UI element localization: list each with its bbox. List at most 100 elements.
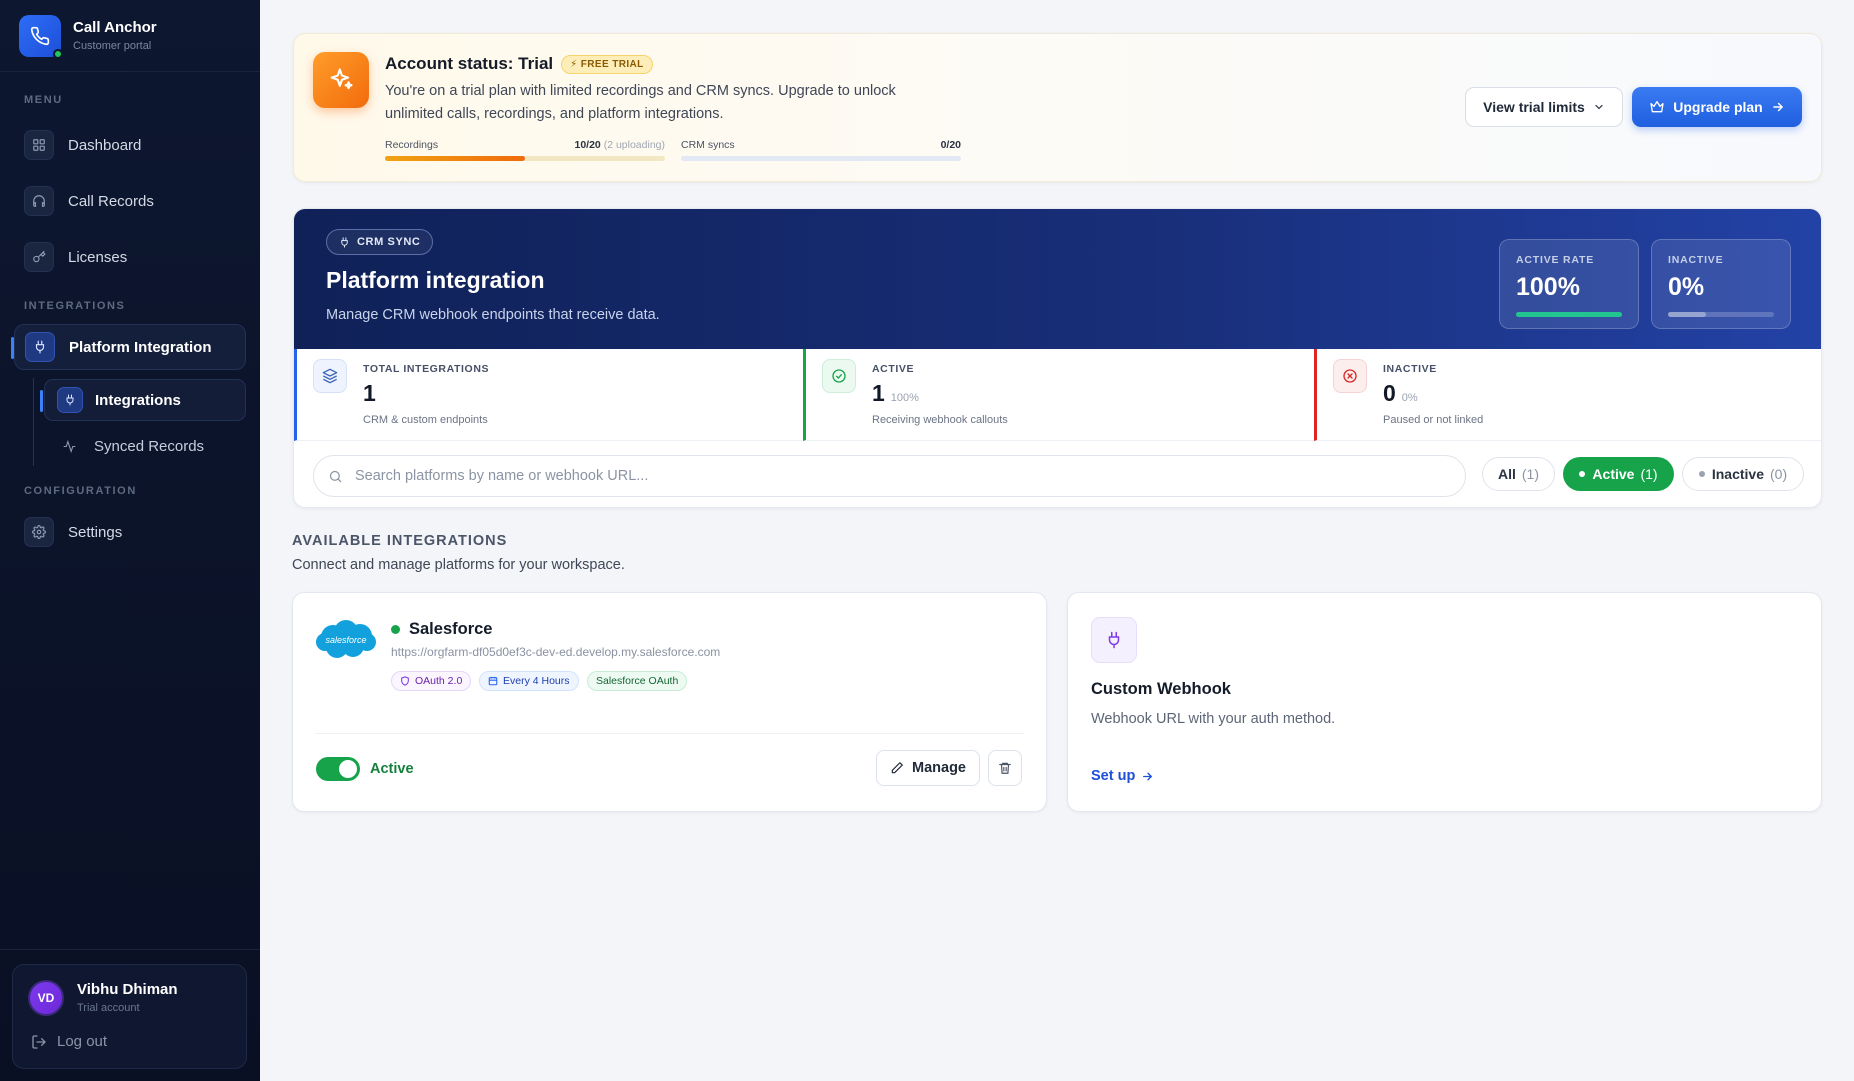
active-rate-value: 100% [1516, 273, 1580, 301]
sidebar-item-label: Integrations [95, 391, 181, 409]
recordings-label: Recordings [385, 139, 439, 151]
recordings-note: (2 uploading) [603, 139, 665, 151]
filter-all[interactable]: All (1) [1482, 457, 1555, 491]
tag-schedule-text: Every 4 Hours [503, 675, 570, 687]
search-icon [329, 470, 342, 482]
avatar[interactable]: VD [28, 980, 64, 1016]
menu-section-label: MENU [24, 94, 63, 106]
filter-active[interactable]: Active (1) [1563, 457, 1674, 491]
arrow-right-icon [1772, 102, 1783, 112]
total-integrations-value: 1 [363, 380, 376, 406]
crm-sync-badge: CRM SYNC [326, 229, 434, 255]
activity-icon [56, 433, 82, 459]
salesforce-card: salesforce Salesforce https://orgfarm-df… [292, 592, 1047, 812]
free-trial-badge: ⚡ FREE TRIAL [561, 54, 653, 74]
plug-icon [341, 236, 348, 248]
active-toggle[interactable] [316, 757, 360, 781]
pencil-icon [891, 762, 903, 774]
active-dot [1579, 471, 1586, 477]
logout-button[interactable]: Log out [31, 1033, 107, 1050]
chevron-down-icon [1595, 104, 1603, 110]
sidebar-item-label: Licenses [68, 248, 128, 266]
manage-button[interactable]: Manage [876, 750, 980, 786]
upgrade-plan-button[interactable]: Upgrade plan [1632, 87, 1802, 127]
tag-schedule: Every 4 Hours [479, 671, 579, 691]
sidebar-item-settings[interactable]: Settings [14, 509, 246, 555]
view-trial-limits-button[interactable]: View trial limits [1465, 87, 1623, 127]
toggle-knob [339, 760, 357, 778]
submenu-line [33, 378, 34, 466]
gear-icon [24, 517, 54, 547]
sidebar-item-label: Synced Records [94, 437, 205, 455]
filter-all-label: All [1497, 466, 1516, 482]
filter-inactive-label: Inactive [1711, 466, 1764, 482]
trial-banner: Account status: Trial ⚡ FREE TRIAL You'r… [293, 33, 1822, 182]
phone-icon [19, 14, 63, 59]
inactive-rate-value: 0% [1668, 273, 1705, 301]
integrations-section-label: INTEGRATIONS [24, 300, 126, 312]
trial-title-text: Account status: Trial [385, 54, 554, 73]
manage-button-label: Manage [912, 760, 966, 776]
platform-integration-panel: CRM SYNC Platform integration Manage CRM… [293, 208, 1822, 508]
filter-all-count: (1) [1521, 466, 1539, 482]
hero-banner: CRM SYNC Platform integration Manage CRM… [294, 209, 1821, 349]
user-role: Trial account [77, 1002, 140, 1014]
status-dot [391, 625, 400, 634]
total-integrations-desc: CRM & custom endpoints [363, 414, 488, 426]
tag-type-text: Salesforce OAuth [596, 675, 679, 687]
active-stat-pct: 100% [890, 392, 919, 404]
inactive-stat-pct: 0% [1401, 392, 1418, 404]
card-divider [315, 733, 1024, 734]
section-title: AVAILABLE INTEGRATIONS [292, 533, 508, 549]
inactive-rate-card: INACTIVE 0% [1651, 239, 1791, 329]
delete-button[interactable] [988, 750, 1022, 786]
page-title: Platform integration [326, 267, 545, 293]
custom-webhook-title: Custom Webhook [1091, 680, 1231, 698]
tag-oauth: OAuth 2.0 [391, 671, 472, 691]
salesforce-logo-text: salesforce [325, 635, 366, 645]
logout-label: Log out [57, 1033, 108, 1050]
sidebar-item-platform-integration[interactable]: Platform Integration [11, 324, 246, 370]
active-stat-label: ACTIVE [872, 363, 915, 375]
sidebar-item-label: Call Records [68, 192, 154, 210]
search-placeholder: Search platforms by name or webhook URL.… [355, 468, 649, 484]
calendar-icon [488, 676, 498, 686]
x-circle-icon [1333, 359, 1367, 393]
free-trial-badge-text: FREE TRIAL [580, 58, 644, 70]
active-stat-value: 1 100% [872, 380, 919, 407]
sidebar-subitem-integrations[interactable]: Integrations [40, 379, 246, 421]
search-input[interactable]: Search platforms by name or webhook URL.… [313, 455, 1466, 497]
grid-icon [24, 130, 54, 160]
crm-syncs-label: CRM syncs [681, 139, 735, 151]
trial-description: You're on a trial plan with limited reco… [385, 83, 896, 122]
filter-inactive-count: (0) [1770, 466, 1788, 482]
configuration-section-label: CONFIGURATION [24, 485, 137, 497]
shield-icon [401, 676, 409, 686]
sidebar-item-label: Platform Integration [69, 338, 212, 356]
brand[interactable]: Call Anchor Customer portal [0, 0, 260, 72]
recordings-progress-fill [385, 156, 525, 161]
sidebar-subitem-synced-records[interactable]: Synced Records [44, 425, 246, 467]
active-rate-card: ACTIVE RATE 100% [1499, 239, 1639, 329]
active-indicator [11, 337, 14, 359]
tag-type: Salesforce OAuth [587, 671, 688, 691]
page-subtitle: Manage CRM webhook endpoints that receiv… [326, 307, 660, 323]
sidebar-item-label: Dashboard [68, 136, 142, 154]
sidebar-item-call-records[interactable]: Call Records [14, 178, 246, 224]
key-icon [24, 242, 54, 272]
set-up-link[interactable]: Set up [1091, 768, 1154, 784]
inactive-dot [1698, 471, 1705, 477]
user-card: VD Vibhu Dhiman Trial account Log out [12, 964, 247, 1069]
sidebar-item-dashboard[interactable]: Dashboard [14, 122, 246, 168]
trash-icon [999, 762, 1011, 774]
filter-active-count: (1) [1640, 466, 1658, 482]
crm-sync-badge-text: CRM SYNC [357, 236, 421, 248]
sparkles-icon [313, 52, 369, 108]
filter-inactive[interactable]: Inactive (0) [1682, 457, 1804, 491]
inactive-stat-value: 0 0% [1383, 380, 1418, 407]
sidebar-item-licenses[interactable]: Licenses [14, 234, 246, 280]
total-integrations-label: TOTAL INTEGRATIONS [363, 363, 490, 375]
plug-icon [1091, 617, 1137, 663]
plug-icon [25, 332, 55, 362]
active-stat: ACTIVE 1 100% Receiving webhook callouts [803, 349, 1314, 441]
